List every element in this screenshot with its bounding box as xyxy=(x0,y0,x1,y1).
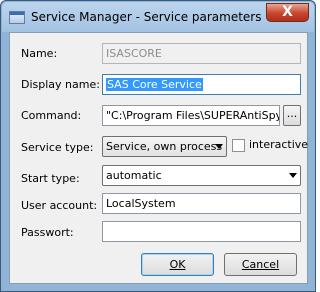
name-label: Name: xyxy=(21,47,58,60)
service-type-label: Service type: xyxy=(21,141,94,154)
browse-button[interactable]: ... xyxy=(283,105,301,126)
close-icon: X xyxy=(282,4,293,20)
title-bar[interactable]: Service Manager - Service parameters X xyxy=(2,2,314,32)
service-type-value: Service, own process xyxy=(106,140,223,153)
chevron-down-icon xyxy=(289,173,297,178)
user-account-label: User account: xyxy=(21,199,98,212)
start-type-select[interactable]: automatic xyxy=(102,165,301,186)
chevron-down-icon xyxy=(215,144,223,149)
start-type-label: Start type: xyxy=(21,172,80,185)
window-title: Service Manager - Service parameters xyxy=(31,10,262,24)
ok-button-label: OK xyxy=(169,258,186,271)
interactive-label[interactable]: interactive xyxy=(249,138,308,151)
cancel-button-label: Cancel xyxy=(241,258,280,271)
display-name-label: Display name: xyxy=(21,78,100,91)
user-account-field[interactable]: LocalSystem xyxy=(102,193,301,214)
interactive-checkbox[interactable] xyxy=(232,139,245,152)
command-label: Command: xyxy=(21,109,82,122)
ok-button[interactable]: OK xyxy=(141,253,214,276)
cancel-button[interactable]: Cancel xyxy=(224,253,297,276)
command-field[interactable]: "C:\Program Files\SUPERAntiSpyw xyxy=(102,105,280,126)
display-name-value: SAS Core Service xyxy=(106,78,203,91)
service-type-select[interactable]: Service, own process xyxy=(102,136,227,157)
window-icon xyxy=(9,11,25,24)
name-field: ISASCORE xyxy=(102,43,301,64)
dialog-body: Name: ISASCORE Display name: SAS Core Se… xyxy=(9,32,308,284)
close-button[interactable]: X xyxy=(266,3,309,22)
password-field[interactable] xyxy=(102,221,301,242)
password-label: Passwort: xyxy=(21,226,74,239)
display-name-field[interactable]: SAS Core Service xyxy=(102,74,301,95)
dialog-window: Service Manager - Service parameters X N… xyxy=(0,0,316,292)
start-type-value: automatic xyxy=(106,169,162,182)
